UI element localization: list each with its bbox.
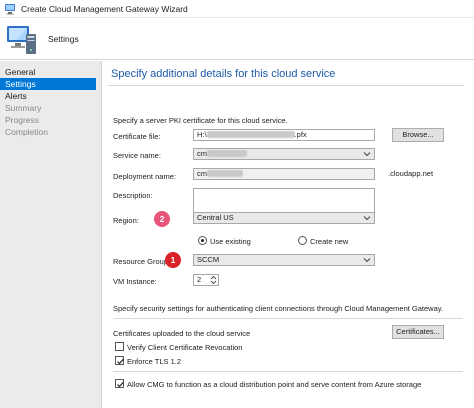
chevron-down-icon — [363, 256, 371, 264]
section-divider — [113, 371, 463, 372]
annotation-badge-2: 2 — [154, 211, 170, 227]
resource-group-value: SCCM — [197, 255, 220, 264]
nav-item-progress: Progress — [5, 115, 40, 125]
certificate-file-prefix: H:\ — [197, 130, 207, 139]
settings-page: Specify additional details for this clou… — [103, 61, 474, 408]
nav-item-general[interactable]: General — [0, 66, 101, 78]
resource-group-label: Resource Group: — [113, 257, 171, 266]
resource-group-dropdown[interactable]: SCCM — [193, 254, 375, 266]
description-textarea[interactable] — [193, 188, 375, 214]
page-heading: Specify additional details for this clou… — [111, 68, 336, 80]
region-dropdown[interactable]: Central US — [193, 212, 375, 224]
use-existing-radio[interactable] — [198, 236, 207, 245]
deployment-name-field[interactable]: cm — [193, 168, 375, 180]
window-title: Create Cloud Management Gateway Wizard — [21, 3, 188, 14]
wizard-computer-icon — [4, 22, 38, 56]
allow-cmg-label: Allow CMG to function as a cloud distrib… — [127, 380, 422, 389]
deployment-name-value: cm — [197, 169, 207, 178]
create-new-radio[interactable] — [298, 236, 307, 245]
chevron-down-icon — [363, 150, 371, 158]
redacted-text — [207, 150, 247, 157]
redacted-text — [207, 170, 243, 177]
checkmark-icon — [117, 358, 124, 365]
region-label: Region: — [113, 216, 139, 225]
vm-instance-stepper[interactable]: 2 — [193, 274, 219, 286]
chevron-down-icon — [363, 214, 371, 222]
service-name-label: Service name: — [113, 151, 161, 160]
checkmark-icon — [117, 381, 124, 388]
intro-text: Specify a server PKI certificate for thi… — [113, 116, 288, 125]
deployment-name-label: Deployment name: — [113, 172, 176, 181]
certificate-file-field[interactable]: H:\ .pfx — [193, 129, 375, 141]
browse-button[interactable]: Browse... — [392, 128, 444, 142]
redacted-text — [206, 131, 295, 138]
certificates-label: Certificates uploaded to the cloud servi… — [113, 329, 251, 338]
deployment-domain-suffix: .cloudapp.net — [388, 169, 434, 178]
description-label: Description: — [113, 191, 153, 200]
vm-instance-value: 2 — [197, 275, 202, 284]
region-value: Central US — [197, 213, 234, 222]
certificates-button[interactable]: Certificates... — [392, 325, 444, 339]
section-divider — [113, 318, 463, 319]
nav-item-completion: Completion — [5, 127, 48, 137]
nav-item-summary: Summary — [5, 103, 42, 113]
verify-crl-label: Verify Client Certificate Revocation — [127, 343, 243, 352]
annotation-badge-1: 1 — [165, 252, 181, 268]
use-existing-label: Use existing — [210, 237, 251, 246]
service-name-dropdown[interactable]: cm — [193, 148, 375, 160]
nav-item-settings[interactable]: Settings — [0, 78, 96, 90]
service-name-value: cm — [197, 149, 207, 158]
title-bar: Create Cloud Management Gateway Wizard — [0, 0, 474, 18]
create-new-label: Create new — [310, 237, 349, 246]
security-intro-text: Specify security settings for authentica… — [113, 304, 444, 313]
verify-crl-checkbox[interactable] — [115, 342, 124, 351]
wizard-computer-icon — [4, 3, 16, 15]
vm-instance-label: VM Instance: — [113, 277, 157, 286]
enforce-tls-checkbox[interactable] — [115, 356, 124, 365]
spin-up-down-icon[interactable] — [210, 275, 217, 285]
allow-cmg-checkbox[interactable] — [115, 379, 124, 388]
nav-item-alerts[interactable]: Alerts — [0, 90, 101, 102]
enforce-tls-label: Enforce TLS 1.2 — [127, 357, 182, 366]
certificate-file-suffix: .pfx — [294, 130, 307, 139]
header-label: Settings — [48, 34, 79, 44]
wizard-steps-sidebar: General Settings Alerts Summary Progress… — [0, 61, 102, 408]
certificate-file-label: Certificate file: — [113, 132, 161, 141]
wizard-header: Settings — [0, 18, 474, 60]
heading-divider — [108, 85, 464, 86]
